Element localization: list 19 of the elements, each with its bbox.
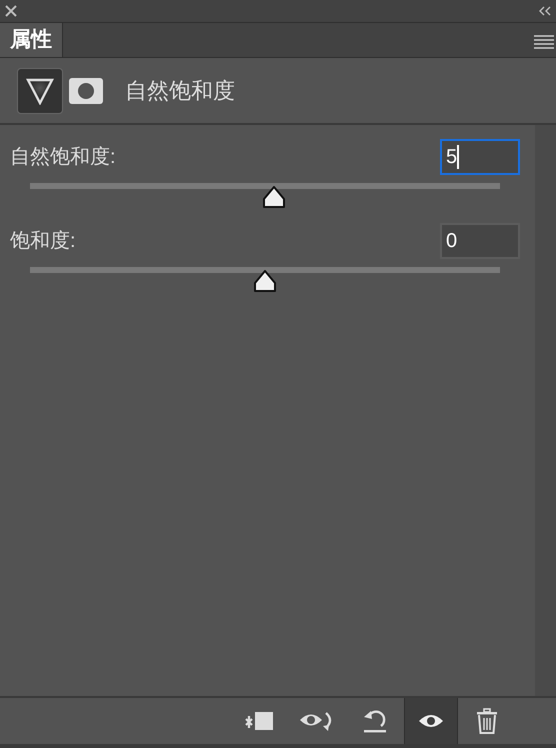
slider-thumb[interactable] [262, 186, 286, 209]
value-field[interactable]: 0 [440, 223, 520, 259]
slider-label: 自然饱和度: [10, 145, 116, 170]
eye-icon [418, 712, 444, 730]
adjustment-icon[interactable] [17, 68, 63, 114]
value-field[interactable]: 5 [440, 139, 520, 175]
footer-button[interactable] [404, 698, 458, 744]
scrollbar[interactable] [535, 125, 556, 696]
slider[interactable] [30, 267, 500, 293]
trash-icon [476, 708, 498, 734]
close-icon[interactable] [4, 4, 18, 18]
slider-thumb[interactable] [253, 270, 277, 293]
panel-title: 自然饱和度 [125, 77, 235, 105]
menu-icon[interactable] [534, 35, 554, 49]
collapse-icon[interactable] [538, 6, 552, 16]
slider[interactable] [30, 183, 500, 209]
panel-tab[interactable]: 属性 [0, 23, 63, 57]
mask-icon[interactable] [69, 78, 103, 104]
slider-label: 饱和度: [10, 229, 76, 254]
